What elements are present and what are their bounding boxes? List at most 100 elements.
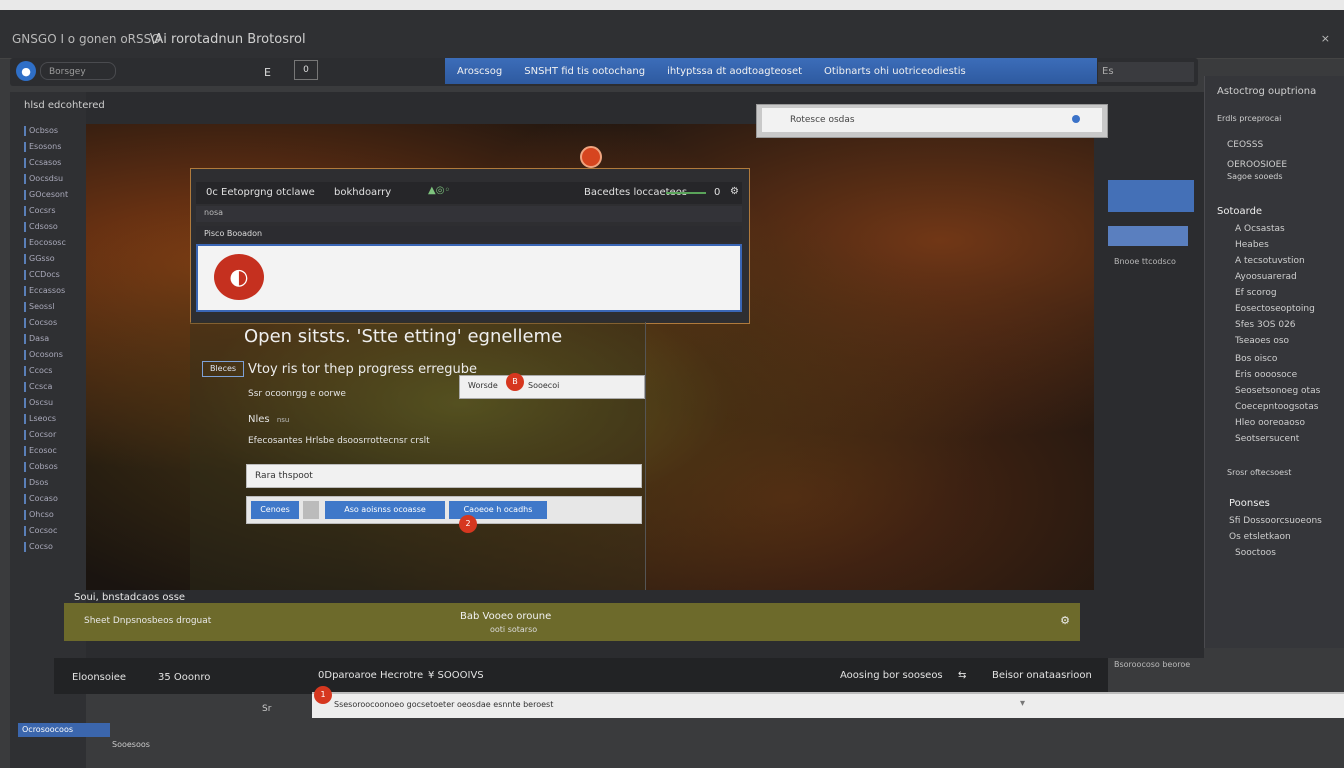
right-group-item[interactable]: Sagoe sooeds	[1227, 172, 1283, 181]
bottom-side-note: Bsoroocoso beoroe	[1114, 660, 1191, 669]
square-button[interactable]: 0	[294, 60, 318, 80]
right-toolbar-field[interactable]: Es	[1098, 62, 1194, 82]
right-item[interactable]: Heabes	[1235, 240, 1269, 250]
spacer-button[interactable]	[303, 501, 319, 519]
right-item-2[interactable]: Sooctoos	[1235, 548, 1276, 558]
right-item[interactable]: Hleo ooreoaoso	[1235, 418, 1305, 428]
bottom-right-1[interactable]: Aoosing bor sooseos	[840, 670, 943, 681]
sidebar-item[interactable]: Eccassos	[24, 286, 77, 296]
sidebar-heading: hlsd edcohtered	[24, 100, 105, 111]
settings-icon[interactable]: ⚙	[730, 186, 739, 197]
sidebar-item[interactable]: Dsos	[24, 478, 77, 488]
search-icon[interactable]	[1072, 115, 1080, 123]
bottom-left-label: Eloonsoiee	[72, 672, 127, 683]
subtitle: Vtoy ris tor thep progress erregube	[248, 362, 478, 377]
sidebar-item[interactable]: Ccsca	[24, 382, 77, 392]
dialog-subrow2: Pisco Booadon	[196, 226, 742, 242]
tab-3[interactable]: ihtyptssa dt aodtoagteoset	[667, 66, 802, 77]
sidebar-item[interactable]: Cobsos	[24, 462, 77, 472]
sidebar-item[interactable]: Esosons	[24, 142, 77, 152]
right-item[interactable]: Seotsersucent	[1235, 434, 1299, 444]
search-input[interactable]: Borsgey	[40, 62, 116, 80]
right-selection-band[interactable]	[1108, 180, 1194, 212]
sidebar-item[interactable]: Ecosoc	[24, 446, 77, 456]
sidebar-item[interactable]: Seossl	[24, 302, 77, 312]
right-item[interactable]: Ayoosuarerad	[1235, 272, 1297, 282]
right-panel: Astoctrog ouptriona Erdls prceprocai CEO…	[1204, 76, 1344, 648]
sidebar-item[interactable]: Ohcso	[24, 510, 77, 520]
right-section-title-2: Poonses	[1229, 498, 1270, 509]
text-input[interactable]: Rara thspoot	[246, 464, 642, 488]
gear-icon[interactable]: ⚙	[1060, 614, 1070, 627]
sidebar-item[interactable]: Ocosons	[24, 350, 77, 360]
tab-2[interactable]: SNSHT fid tis ootochang	[524, 66, 645, 77]
primary-action-button[interactable]: Aso aoisnss ocoasse	[325, 501, 445, 519]
info-line-3: Efecosantes Hrlsbe dsoosrrottecnsr crslt	[248, 436, 430, 446]
bottom-left-tab[interactable]: Ocrosoocoos	[18, 723, 110, 737]
sidebar-item[interactable]: Ocbsos	[24, 126, 77, 136]
sidebar-item[interactable]: Lseocs	[24, 414, 77, 424]
sidebar-item[interactable]: Dasa	[24, 334, 77, 344]
sidebar-item[interactable]: Cocsor	[24, 430, 77, 440]
right-item-2[interactable]: Sfi Dossoorcsuoeons	[1229, 516, 1322, 526]
right-item[interactable]: Ef scorog	[1235, 288, 1277, 298]
tab-1[interactable]: Aroscsog	[457, 66, 502, 77]
right-group-item[interactable]: OEROOSIOEE	[1227, 160, 1287, 170]
sidebar-item[interactable]: GGsso	[24, 254, 77, 264]
status-left: Sheet Dnpsnosbeos droguat	[84, 616, 212, 626]
right-panel-header: Astoctrog ouptriona	[1217, 86, 1317, 97]
sidebar-item[interactable]: CCDocs	[24, 270, 77, 280]
dialog-content-panel	[196, 244, 742, 312]
right-item[interactable]: Coecepntoogsotas	[1235, 402, 1318, 412]
sidebar-item[interactable]: Ccocs	[24, 366, 77, 376]
floating-search-input[interactable]: Rotesce osdas	[762, 108, 1102, 132]
sidebar-item[interactable]: Cdsoso	[24, 222, 77, 232]
sidebar-item[interactable]: Eocososc	[24, 238, 77, 248]
record-icon	[580, 146, 602, 168]
sidebar-item[interactable]: Cocsoc	[24, 526, 77, 536]
right-panel-subheader: Erdls prceprocai	[1217, 114, 1282, 123]
inline-popup[interactable]: Worsde B Sooecoi	[459, 373, 645, 399]
sidebar-item[interactable]: Oscsu	[24, 398, 77, 408]
sidebar-item[interactable]: Cocsos	[24, 318, 77, 328]
close-icon[interactable]: ×	[1321, 32, 1330, 45]
right-item[interactable]: A Ocsastas	[1235, 224, 1285, 234]
tab-strip: Aroscsog SNSHT fid tis ootochang ihtypts…	[445, 58, 1097, 84]
right-note: Bnooe ttcodsco	[1114, 257, 1176, 266]
dialog-subrow: nosa	[196, 206, 742, 222]
browser-logo-icon[interactable]: ●	[16, 61, 36, 81]
top-edge	[0, 0, 1344, 10]
right-item[interactable]: Seosetsonoeg otas	[1235, 386, 1320, 396]
bottom-middle-2[interactable]: ¥ SOOOIVS	[428, 670, 484, 681]
right-group-item[interactable]: CEOSSS	[1227, 140, 1263, 150]
right-item[interactable]: A tecsotuvstion	[1235, 256, 1305, 266]
sidebar-item[interactable]: Ccsasos	[24, 158, 77, 168]
right-item-2[interactable]: Os etsletkaon	[1229, 532, 1291, 542]
cancel-button[interactable]: Cenoes	[251, 501, 299, 519]
pin-icon[interactable]: ▾	[1020, 698, 1025, 709]
sidebar-item[interactable]: GOcesont	[24, 190, 77, 200]
status-center-sub: ooti sotarso	[490, 625, 538, 634]
right-item[interactable]: Tseaoes oso	[1235, 336, 1289, 346]
bottom-middle[interactable]: 0Dparoaroe Hecrotre	[318, 670, 423, 681]
sidebar-item[interactable]: Cocsrs	[24, 206, 77, 216]
sidebar-item[interactable]: Cocso	[24, 542, 77, 552]
right-item[interactable]: Eosectoseoptoing	[1235, 304, 1315, 314]
command-input[interactable]: Ssesoroocoonoeo gocsetoeter oeosdae esnn…	[312, 692, 1344, 718]
page-title: Open sitsts. 'Stte etting' egnelleme	[244, 326, 563, 347]
popup-left-label: Worsde	[468, 381, 498, 390]
sidebar-item[interactable]: Oocsdsu	[24, 174, 77, 184]
link-icon[interactable]: ⇆	[958, 670, 966, 681]
sidebar-item[interactable]: Cocaso	[24, 494, 77, 504]
dialog-toolbar-title: 0c Eetoprgng otclawe	[206, 187, 315, 198]
bottom-right-2[interactable]: Beisor onataasrioon	[992, 670, 1092, 681]
menu-mini-button[interactable]: E	[264, 66, 271, 79]
right-item[interactable]: Bos oisco	[1235, 354, 1277, 364]
dialog-subrow-text: nosa	[204, 208, 224, 217]
right-selection-band-2[interactable]	[1108, 226, 1188, 246]
tab-4[interactable]: Otibnarts ohi uotriceodiestis	[824, 66, 966, 77]
right-item[interactable]: Eris oooosoce	[1235, 370, 1297, 380]
tag-badge[interactable]: Bleces	[202, 361, 244, 377]
right-item[interactable]: Sfes 3OS 026	[1235, 320, 1296, 330]
info-line-2-text: Nles	[248, 414, 270, 425]
